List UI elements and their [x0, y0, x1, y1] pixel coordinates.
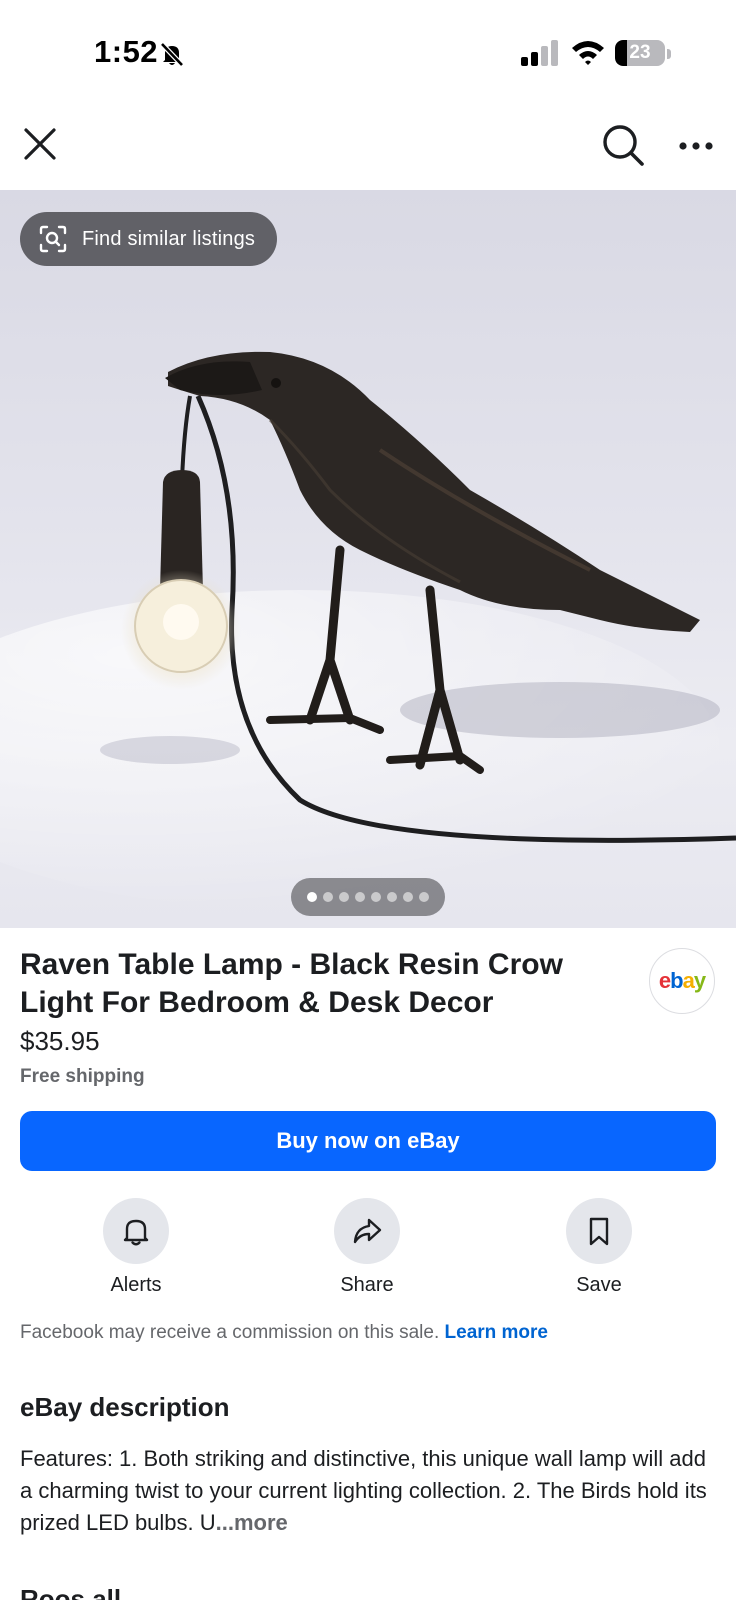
battery-icon: 23	[615, 38, 671, 66]
alerts-label: Alerts	[110, 1274, 162, 1296]
product-photo	[0, 351, 736, 910]
wifi-icon	[572, 41, 604, 65]
find-similar-label: Find similar listings	[82, 227, 256, 250]
more-options-icon[interactable]	[676, 128, 716, 164]
ebay-logo[interactable]: ebay	[649, 948, 715, 1014]
next-section-heading: Roos all	[20, 1584, 122, 1600]
see-more-link[interactable]: ...more	[216, 1510, 288, 1535]
share-button[interactable]: Share	[307, 1198, 427, 1298]
pager-dot[interactable]	[339, 892, 349, 902]
save-button[interactable]: Save	[539, 1198, 659, 1298]
commission-note: Facebook may receive a commission on thi…	[20, 1322, 548, 1344]
pager-dot[interactable]	[419, 892, 429, 902]
description-body: Features: 1. Both striking and distincti…	[20, 1446, 707, 1535]
bookmark-icon	[589, 1217, 609, 1246]
description-text: Features: 1. Both striking and distincti…	[20, 1443, 720, 1539]
pager-dot[interactable]	[323, 892, 333, 902]
commission-text: Facebook may receive a commission on thi…	[20, 1322, 445, 1343]
battery-level: 23	[629, 42, 651, 63]
pager-dot[interactable]	[387, 892, 397, 902]
share-arrow-icon	[353, 1218, 382, 1244]
image-pager[interactable]	[291, 878, 445, 916]
alerts-button[interactable]: Alerts	[76, 1198, 196, 1298]
find-similar-button[interactable]: Find similar listings	[20, 212, 278, 266]
visual-search-icon	[39, 225, 67, 253]
status-time: 1:52	[94, 34, 159, 69]
bell-icon	[123, 1219, 149, 1246]
pager-dot[interactable]	[355, 892, 365, 902]
listing-title: Raven Table Lamp - Black Resin Crow Ligh…	[20, 948, 563, 1019]
close-icon[interactable]	[20, 124, 60, 164]
listing-price: $35.95	[20, 1026, 100, 1056]
search-icon[interactable]	[600, 122, 646, 168]
pager-dot[interactable]	[307, 892, 317, 902]
pager-dot[interactable]	[403, 892, 413, 902]
share-label: Share	[340, 1274, 394, 1296]
product-image-carousel[interactable]: Find similar listings	[0, 190, 736, 928]
save-label: Save	[576, 1274, 622, 1296]
shipping-info: Free shipping	[20, 1066, 145, 1087]
learn-more-link[interactable]: Learn more	[445, 1322, 548, 1343]
pager-dot[interactable]	[371, 892, 381, 902]
buy-now-button[interactable]: Buy now on eBay	[20, 1111, 716, 1171]
cellular-signal-icon	[521, 40, 558, 66]
bell-slash-icon	[160, 42, 184, 67]
top-nav	[0, 100, 736, 190]
status-bar: 1:52 23	[0, 0, 736, 100]
description-heading: eBay description	[20, 1392, 230, 1422]
